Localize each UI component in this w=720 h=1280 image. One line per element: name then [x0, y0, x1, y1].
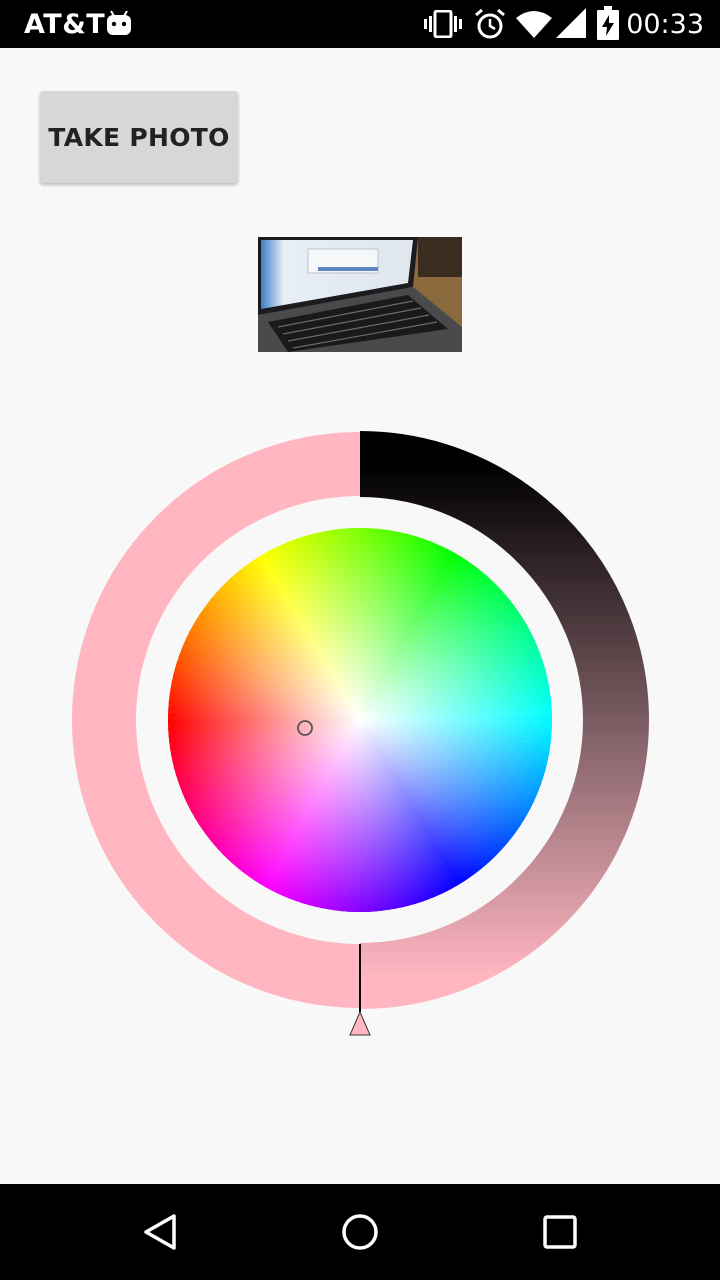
hue-wheel[interactable] [160, 520, 560, 920]
home-icon[interactable] [340, 1212, 380, 1252]
carrier-name: AT&T [24, 9, 106, 40]
battery-charging-icon [597, 6, 619, 40]
value-pointer-triangle[interactable] [349, 1010, 371, 1036]
alarm-icon [475, 8, 505, 39]
vibrate-icon [424, 10, 462, 38]
wifi-icon [516, 11, 552, 38]
android-icon [107, 10, 131, 35]
navigation-bar [0, 1184, 720, 1280]
back-icon[interactable] [140, 1212, 180, 1252]
status-clock: 00:33 [626, 9, 704, 40]
photo-thumbnail[interactable] [258, 237, 462, 352]
take-photo-button[interactable]: TAKE PHOTO [40, 91, 238, 183]
recents-icon[interactable] [540, 1212, 580, 1252]
color-picker[interactable] [0, 400, 720, 1060]
status-bar: AT&T 00:33 [0, 0, 720, 48]
signal-icon [556, 8, 586, 38]
